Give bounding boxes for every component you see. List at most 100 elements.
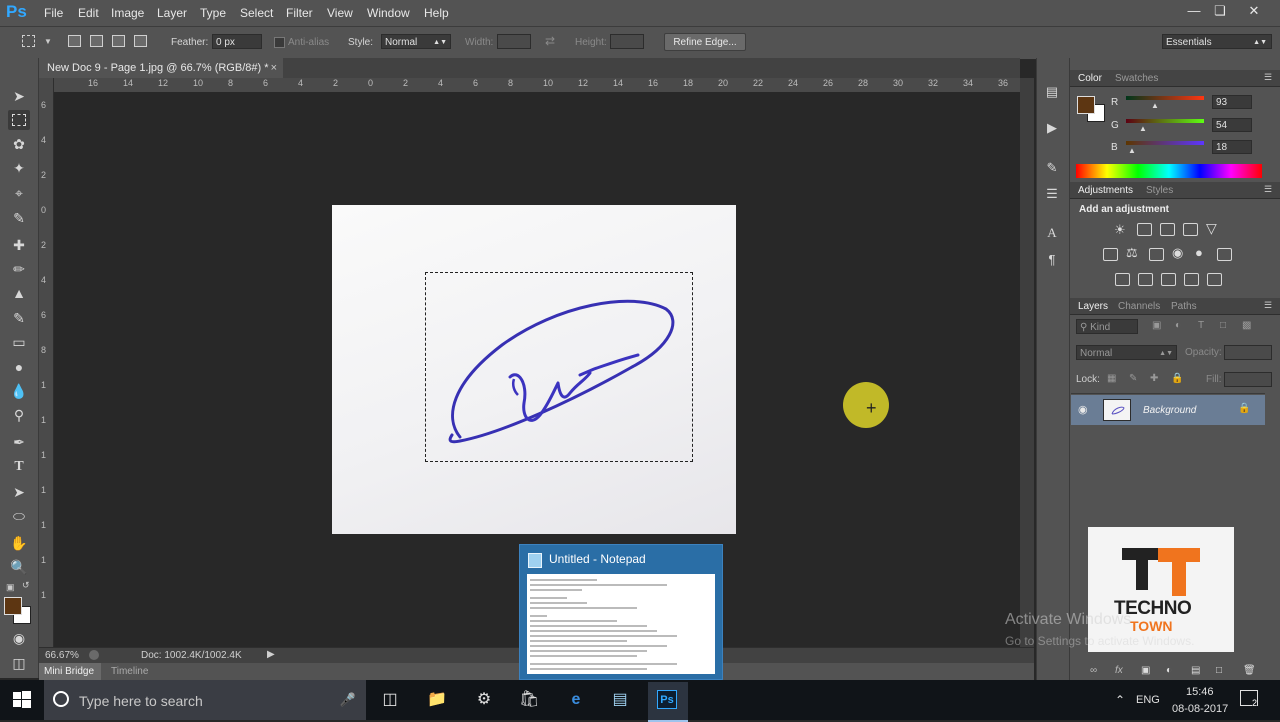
brush-panel-icon[interactable]: ✎ xyxy=(1044,160,1060,176)
antialias-checkbox[interactable] xyxy=(274,37,285,48)
menu-window[interactable]: Window xyxy=(367,6,410,20)
crop-tool-icon[interactable]: ⌖ xyxy=(8,183,30,203)
chevron-up-icon[interactable]: ⌃ xyxy=(1110,690,1130,710)
layer-name[interactable]: Background xyxy=(1143,405,1196,416)
eraser-tool-icon[interactable]: ▭ xyxy=(8,332,30,352)
menu-edit[interactable]: Edit xyxy=(78,6,99,20)
color-lookup-icon[interactable] xyxy=(1217,248,1232,261)
exposure-icon[interactable] xyxy=(1183,223,1198,236)
b-value[interactable]: 18 xyxy=(1212,140,1252,154)
refine-edge-button[interactable]: Refine Edge... xyxy=(664,33,746,51)
lock-image-icon[interactable]: ✎ xyxy=(1129,373,1137,384)
photo-filter-icon[interactable]: ◉ xyxy=(1172,245,1183,261)
hue-saturation-icon[interactable] xyxy=(1103,248,1118,261)
healing-brush-tool-icon[interactable]: ✚ xyxy=(8,235,30,255)
tab-styles[interactable]: Styles xyxy=(1146,185,1173,196)
vertical-scrollbar[interactable] xyxy=(1020,78,1034,648)
panel-menu-icon[interactable]: ☰ xyxy=(1264,300,1272,311)
color-balance-icon[interactable]: ⚖ xyxy=(1126,245,1138,261)
screen-mode-icon[interactable]: ◫ xyxy=(8,653,30,673)
minimize-icon[interactable]: — xyxy=(1184,3,1204,21)
history-brush-tool-icon[interactable]: ✎ xyxy=(8,308,30,328)
magic-wand-tool-icon[interactable]: ✦ xyxy=(8,158,30,178)
gradient-map-icon[interactable] xyxy=(1207,273,1222,286)
width-input[interactable] xyxy=(497,34,531,49)
close-icon[interactable]: ✕ xyxy=(1244,3,1264,21)
tab-swatches[interactable]: Swatches xyxy=(1115,73,1158,84)
chevron-down-icon[interactable]: ▼ xyxy=(44,37,52,46)
kind-filter-select[interactable]: ⚲ Kind xyxy=(1076,319,1138,334)
menu-image[interactable]: Image xyxy=(111,6,144,20)
tab-layers[interactable]: Layers xyxy=(1078,301,1108,312)
character-icon[interactable]: A xyxy=(1044,225,1060,241)
tab-channels[interactable]: Channels xyxy=(1118,301,1160,312)
selection-marquee[interactable] xyxy=(425,272,693,462)
zoom-level[interactable]: 66.67% xyxy=(45,650,79,661)
move-tool-icon[interactable]: ➤ xyxy=(8,86,30,106)
swap-icon[interactable]: ⇄ xyxy=(545,34,555,48)
color-fg-swatch[interactable] xyxy=(1077,96,1095,114)
clock-date[interactable]: 08-08-2017 xyxy=(1172,703,1228,715)
document-tab[interactable]: New Doc 9 - Page 1.jpg @ 66.7% (RGB/8#) … xyxy=(39,58,283,78)
g-slider-handle[interactable]: ▲ xyxy=(1139,124,1147,133)
add-selection-icon[interactable] xyxy=(90,35,103,47)
rect-marquee-tool-icon[interactable] xyxy=(8,110,30,130)
r-slider-handle[interactable]: ▲ xyxy=(1151,101,1159,110)
style-select[interactable]: Normal ▲▼ xyxy=(381,34,451,49)
r-value[interactable]: 93 xyxy=(1212,95,1252,109)
link-layers-icon[interactable]: ∞ xyxy=(1090,665,1097,676)
quick-mask-icon[interactable]: ◉ xyxy=(8,628,30,648)
new-layer-icon[interactable]: □ xyxy=(1216,665,1222,676)
levels-icon[interactable] xyxy=(1137,223,1152,236)
clone-stamp-tool-icon[interactable]: ▲ xyxy=(8,283,30,303)
subtract-selection-icon[interactable] xyxy=(112,35,125,47)
foreground-color-swatch[interactable] xyxy=(4,597,22,615)
menu-type[interactable]: Type xyxy=(200,6,226,20)
paragraph-icon[interactable]: ¶ xyxy=(1044,252,1060,268)
blur-tool-icon[interactable]: 💧 xyxy=(8,381,30,401)
microphone-icon[interactable]: 🎤 xyxy=(338,690,358,710)
menu-help[interactable]: Help xyxy=(424,6,449,20)
windows-start-icon[interactable] xyxy=(12,690,32,713)
lock-all-icon[interactable]: 🔒 xyxy=(1171,373,1183,384)
status-menu-arrow-icon[interactable]: ▶ xyxy=(267,649,275,660)
paint-bucket-tool-icon[interactable]: ● xyxy=(8,357,30,377)
restore-icon[interactable]: ❏ xyxy=(1210,3,1230,21)
layer-thumbnail[interactable] xyxy=(1103,399,1131,421)
tab-paths[interactable]: Paths xyxy=(1171,301,1197,312)
rect-marquee-preset-icon[interactable] xyxy=(22,35,35,47)
panel-menu-icon[interactable]: ☰ xyxy=(1264,72,1272,83)
threshold-icon[interactable] xyxy=(1161,273,1176,286)
intersect-selection-icon[interactable] xyxy=(134,35,147,47)
b-slider[interactable] xyxy=(1126,141,1204,145)
ellipse-tool-icon[interactable]: ⬭ xyxy=(8,506,30,526)
menu-layer[interactable]: Layer xyxy=(157,6,187,20)
path-selection-tool-icon[interactable]: ➤ xyxy=(8,482,30,502)
vibrance-icon[interactable]: ▽ xyxy=(1206,220,1217,237)
mini-bridge-tab[interactable]: Mini Bridge xyxy=(39,663,101,680)
brush-presets-icon[interactable]: ☰ xyxy=(1044,186,1060,202)
filter-adjustment-icon[interactable]: ◐ xyxy=(1175,320,1181,331)
menu-view[interactable]: View xyxy=(327,6,353,20)
swap-colors-icon[interactable]: ↺ xyxy=(22,580,30,591)
add-mask-icon[interactable]: ▣ xyxy=(1141,665,1150,676)
filter-type-icon[interactable]: T xyxy=(1198,320,1204,331)
black-white-icon[interactable] xyxy=(1149,248,1164,261)
adjustment-layer-icon[interactable]: ◐ xyxy=(1166,665,1172,676)
app-icon[interactable]: ⚙ xyxy=(474,690,494,710)
language-indicator[interactable]: ENG xyxy=(1136,694,1160,706)
type-tool-icon[interactable]: T xyxy=(8,457,30,477)
filter-smart-object-icon[interactable]: ▩ xyxy=(1242,320,1251,331)
notepad-taskbar-icon[interactable]: ▤ xyxy=(610,690,630,710)
pen-tool-icon[interactable]: ✒ xyxy=(8,432,30,452)
store-icon[interactable]: 🛍 xyxy=(519,690,539,710)
selective-color-icon[interactable] xyxy=(1184,273,1199,286)
lasso-tool-icon[interactable]: ✿ xyxy=(8,134,30,154)
visibility-eye-icon[interactable]: ◉ xyxy=(1078,403,1088,416)
blend-mode-select[interactable]: Normal ▲▼ xyxy=(1076,345,1177,360)
filter-pixel-icon[interactable]: ▣ xyxy=(1152,320,1161,331)
color-spectrum[interactable] xyxy=(1076,164,1262,178)
dodge-tool-icon[interactable]: ⚲ xyxy=(8,405,30,425)
history-icon[interactable]: ▤ xyxy=(1044,84,1060,100)
file-explorer-icon[interactable]: 📁 xyxy=(427,690,447,710)
